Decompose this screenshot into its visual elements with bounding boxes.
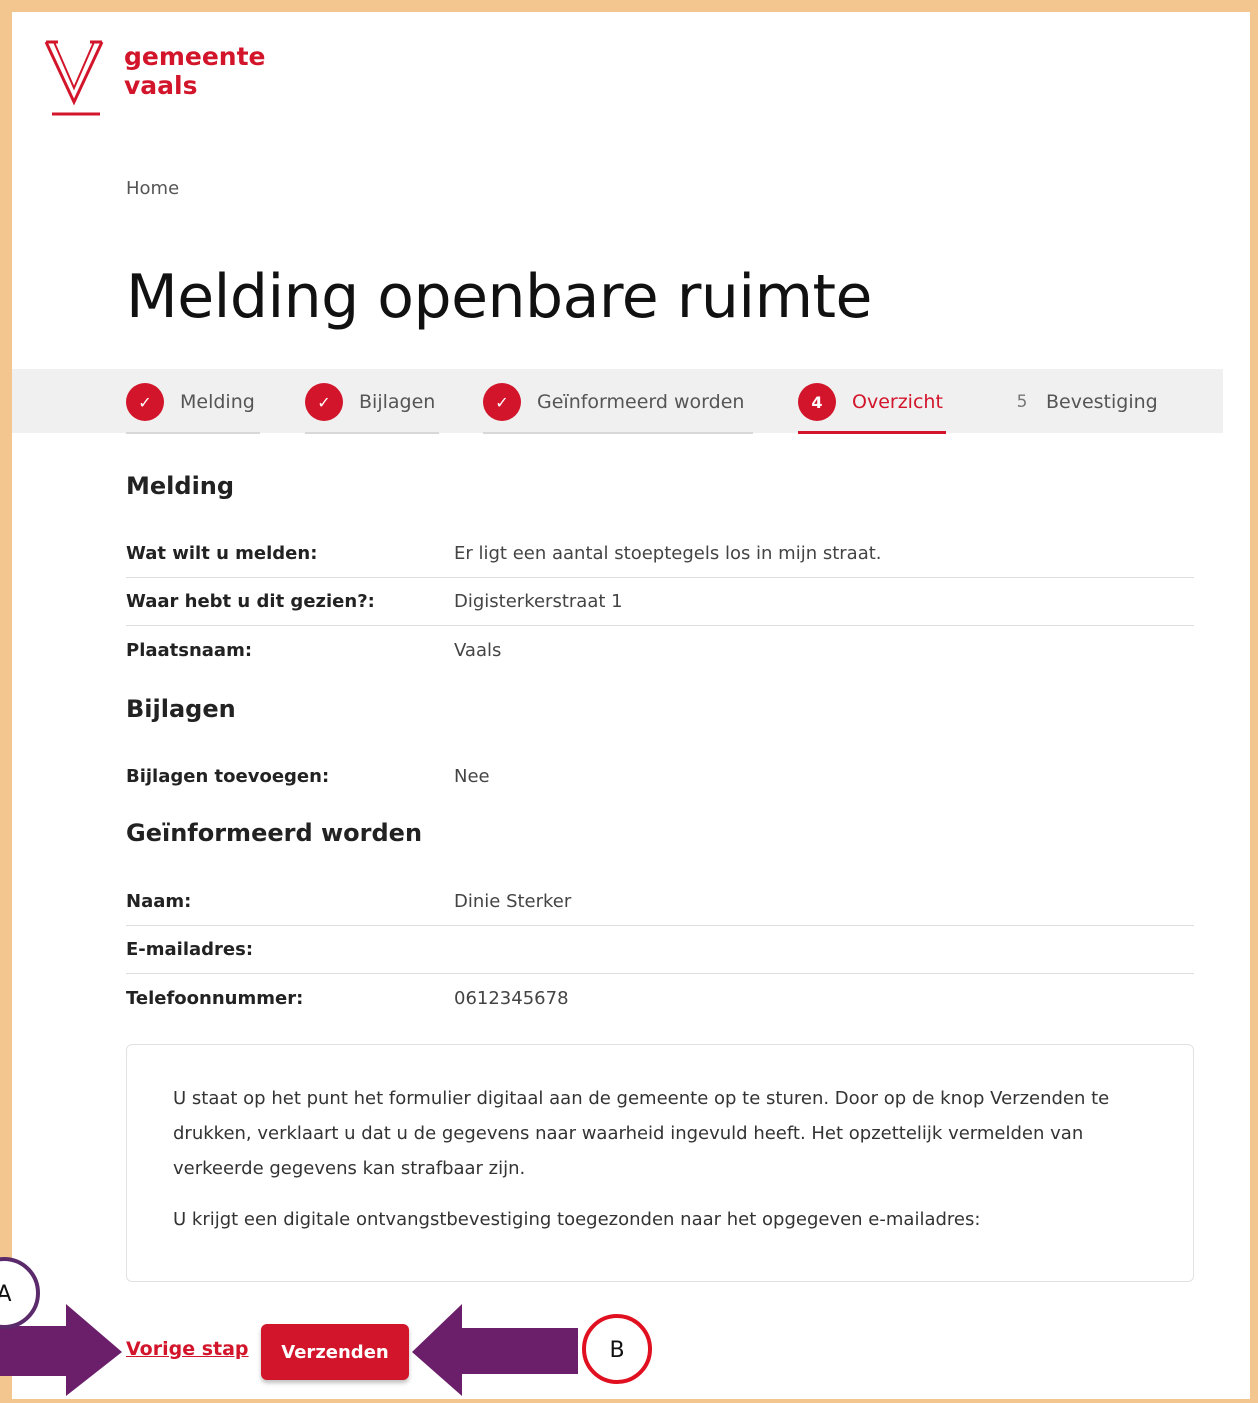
step-number-badge: 4 xyxy=(798,383,836,421)
step-underline xyxy=(483,432,753,434)
row-label: E-mailadres: xyxy=(126,939,254,960)
checkmark-icon: ✓ xyxy=(126,383,164,421)
notice-paragraph: U krijgt een digitale ontvangstbevestigi… xyxy=(173,1209,981,1230)
row-label: Bijlagen toevoegen: xyxy=(126,765,330,787)
step-label: Bevestiging xyxy=(1046,391,1158,413)
step-bevestiging: 5 Bevestiging xyxy=(1006,380,1158,424)
row-value: Nee xyxy=(454,765,490,787)
row-label: Naam: xyxy=(126,891,192,912)
step-overzicht[interactable]: 4 Overzicht xyxy=(798,380,946,434)
step-geinformeerd[interactable]: ✓ Geïnformeerd worden xyxy=(483,380,753,434)
logo-line-2: vaals xyxy=(124,71,198,100)
section-title-geinformeerd: Geïnformeerd worden xyxy=(126,819,423,847)
row-value: 0612345678 xyxy=(454,987,569,1009)
section-title-bijlagen: Bijlagen xyxy=(126,695,236,723)
summary-row: Waar hebt u dit gezien?: Digisterkerstra… xyxy=(126,578,1194,626)
step-active-underline xyxy=(798,431,946,434)
checkmark-icon: ✓ xyxy=(483,383,521,421)
submit-button[interactable]: Verzenden xyxy=(261,1324,409,1380)
summary-row: Naam: Dinie Sterker xyxy=(126,878,1194,926)
summary-row: Telefoonnummer: 0612345678 xyxy=(126,974,1194,1022)
row-value: Dinie Sterker xyxy=(454,891,572,912)
row-label: Plaatsnaam: xyxy=(126,639,253,661)
summary-row: Plaatsnaam: Vaals xyxy=(126,626,1194,674)
row-value: Vaals xyxy=(454,639,502,661)
row-label: Waar hebt u dit gezien?: xyxy=(126,591,375,612)
logo-line-1: gemeente xyxy=(124,42,266,71)
section-title-melding: Melding xyxy=(126,472,235,500)
step-number: 5 xyxy=(1016,392,1028,412)
logo-text: gemeente vaals xyxy=(124,42,266,100)
progress-stepper: ✓ Melding ✓ Bijlagen ✓ Geïnformeerd word… xyxy=(12,369,1223,434)
step-label: Geïnformeerd worden xyxy=(537,391,745,413)
row-label: Wat wilt u melden: xyxy=(126,543,318,564)
vaals-v-icon xyxy=(44,40,104,116)
breadcrumb-home[interactable]: Home xyxy=(126,178,179,199)
row-label: Telefoonnummer: xyxy=(126,987,304,1009)
step-label: Overzicht xyxy=(852,391,943,413)
summary-row: Wat wilt u melden: Er ligt een aantal st… xyxy=(126,530,1194,578)
summary-row: E-mailadres: xyxy=(126,926,1194,974)
step-underline xyxy=(305,432,439,434)
step-bijlagen[interactable]: ✓ Bijlagen xyxy=(305,380,439,434)
page-title: Melding openbare ruimte xyxy=(126,262,872,332)
summary-row: Bijlagen toevoegen: Nee xyxy=(126,752,1194,800)
step-label: Melding xyxy=(180,391,255,413)
notice-paragraph: U staat op het punt het formulier digita… xyxy=(173,1088,1110,1179)
step-underline xyxy=(126,432,260,434)
step-label: Bijlagen xyxy=(359,391,436,413)
submission-notice: U staat op het punt het formulier digita… xyxy=(126,1044,1194,1282)
row-value: Er ligt een aantal stoeptegels los in mi… xyxy=(454,543,882,564)
checkmark-icon: ✓ xyxy=(305,383,343,421)
step-melding[interactable]: ✓ Melding xyxy=(126,380,260,434)
previous-step-link[interactable]: Vorige stap xyxy=(126,1338,249,1360)
row-value: Digisterkerstraat 1 xyxy=(454,591,623,612)
